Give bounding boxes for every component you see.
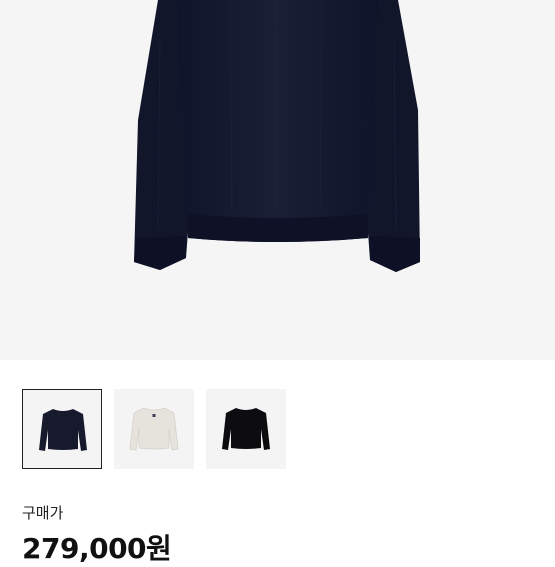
thumbnail-black[interactable] (206, 389, 286, 469)
price-value: 279,000원 (22, 532, 172, 565)
color-thumbnail-list (22, 389, 286, 469)
price-label: 구매가 (22, 504, 64, 522)
navy-sweater-thumbnail (39, 409, 87, 451)
black-sweater-thumbnail (222, 408, 270, 450)
navy-knit-sweater-image (134, 0, 420, 272)
ivory-sweater-thumbnail (129, 407, 179, 451)
thumbnail-navy[interactable] (22, 389, 102, 469)
thumbnail-ivory[interactable] (114, 389, 194, 469)
product-main-image (0, 0, 555, 360)
